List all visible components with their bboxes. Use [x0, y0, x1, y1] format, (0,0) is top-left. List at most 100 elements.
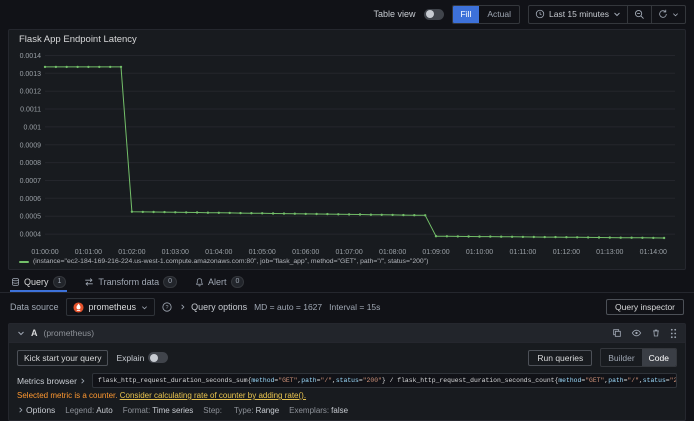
explain-label: Explain [116, 352, 145, 363]
svg-text:0.0007: 0.0007 [20, 178, 42, 185]
query-editor-row: A (prometheus) Kick start your query Exp… [8, 323, 686, 421]
tab-count-badge: 0 [163, 275, 178, 288]
delete-query-trash-icon[interactable] [651, 328, 661, 338]
svg-text:01:08:00: 01:08:00 [379, 249, 406, 256]
query-code-editor[interactable]: flask_http_request_duration_seconds_sum{… [91, 373, 677, 388]
explain-control: Explain [116, 352, 169, 363]
table-view-toggle[interactable] [423, 8, 444, 20]
svg-text:01:09:00: 01:09:00 [422, 249, 449, 256]
svg-text:01:06:00: 01:06:00 [292, 249, 319, 256]
query-datasource-name: (prometheus) [43, 328, 95, 338]
tab-label: Transform data [98, 276, 160, 287]
refresh-icon [658, 9, 668, 19]
query-options-row: Options Legend: Auto Format: Time series S… [9, 402, 685, 420]
tab-count-badge: 0 [230, 275, 245, 288]
svg-text:01:05:00: 01:05:00 [249, 249, 276, 256]
tab-label: Query [24, 276, 49, 287]
chevron-right-icon [79, 377, 86, 385]
svg-text:0.0004: 0.0004 [20, 232, 42, 239]
actual-button[interactable]: Actual [479, 6, 519, 23]
bell-icon [195, 277, 204, 287]
refresh-button[interactable] [651, 5, 685, 23]
table-view-label: Table view [373, 9, 416, 19]
option-format: Format: Time series [122, 405, 194, 415]
counter-warning-rate-link[interactable]: Consider calculating rate of counter by … [120, 391, 306, 400]
query-ref-id: A [31, 328, 38, 338]
metrics-browser-button[interactable]: Metrics browser [17, 376, 86, 386]
svg-text:01:03:00: 01:03:00 [162, 249, 189, 256]
svg-text:0.0012: 0.0012 [20, 89, 42, 96]
datasource-bar: Data source prometheus ? Query options M… [0, 293, 694, 320]
duplicate-query-icon[interactable] [612, 328, 622, 338]
latency-chart[interactable]: 0.0004 0.0005 0.0006 0.0007 0.0008 0.0009 0.00… [9, 46, 685, 258]
svg-text:01:14:00: 01:14:00 [640, 249, 667, 256]
query-row-header[interactable]: A (prometheus) [9, 324, 685, 343]
database-icon [11, 277, 20, 287]
svg-text:0.0005: 0.0005 [20, 214, 42, 221]
query-options-toggle[interactable]: Query options [179, 302, 247, 312]
tab-bar: Query 1 Transform data 0 Alert 0 [0, 273, 694, 293]
svg-text:01:12:00: 01:12:00 [553, 249, 580, 256]
clock-icon [535, 9, 545, 19]
toggle-visibility-eye-icon[interactable] [631, 328, 642, 338]
svg-text:01:02:00: 01:02:00 [118, 249, 145, 256]
query-toolbar: Kick start your query Explain Run querie… [9, 343, 685, 371]
interval-summary: Interval = 15s [329, 302, 381, 312]
option-exemplars: Exemplars: false [289, 405, 349, 415]
chevron-right-icon [179, 303, 186, 311]
time-range-picker[interactable]: Last 15 minutes [529, 6, 627, 23]
datasource-name: prometheus [88, 302, 137, 312]
kick-start-query-button[interactable]: Kick start your query [17, 349, 109, 366]
svg-text:01:11:00: 01:11:00 [510, 249, 537, 256]
svg-text:0.0008: 0.0008 [20, 160, 42, 167]
tab-query[interactable]: Query 1 [10, 273, 68, 292]
max-data-points-summary: MD = auto = 1627 [254, 302, 323, 312]
option-legend: Legend: Auto [65, 405, 113, 415]
datasource-help-icon[interactable]: ? [162, 302, 172, 312]
svg-text:01:04:00: 01:04:00 [205, 249, 232, 256]
drag-handle-icon[interactable] [670, 328, 677, 339]
option-type: Type: Range [233, 405, 280, 415]
explain-toggle[interactable] [148, 352, 169, 363]
svg-text:0.0013: 0.0013 [20, 71, 42, 78]
chevron-down-icon [141, 304, 148, 311]
svg-text:0.0006: 0.0006 [20, 196, 42, 203]
svg-text:0.001: 0.001 [23, 124, 41, 131]
fill-button[interactable]: Fill [452, 5, 480, 23]
zoom-out-button[interactable] [627, 5, 651, 23]
zoom-out-icon [634, 9, 645, 20]
fill-actual-group: Fill Actual [451, 4, 520, 24]
svg-text:?: ? [166, 305, 169, 311]
builder-toggle-button[interactable]: Builder [601, 349, 641, 366]
builder-code-group: Builder Code [600, 348, 677, 367]
legend-series-label[interactable]: (instance="ec2-184-169-216-224.us-west-1… [33, 258, 428, 265]
datasource-picker[interactable]: prometheus [65, 298, 156, 316]
panel-title: Flask App Endpoint Latency [19, 34, 137, 45]
query-inspector-button[interactable]: Query inspector [606, 299, 684, 315]
counter-warning: Selected metric is a counter. Consider c… [9, 391, 685, 402]
options-toggle[interactable]: Options [17, 405, 55, 415]
legend-series-swatch [19, 260, 29, 263]
run-queries-button[interactable]: Run queries [528, 349, 593, 366]
tab-alert[interactable]: Alert 0 [194, 273, 245, 292]
svg-text:0.0014: 0.0014 [20, 53, 42, 60]
code-toggle-button[interactable]: Code [641, 349, 676, 366]
query-row-actions [612, 328, 677, 339]
latency-panel: Flask App Endpoint Latency 0.0004 0.0005 0… [8, 29, 686, 270]
collapse-chevron-icon[interactable] [17, 329, 25, 337]
svg-text:0.0011: 0.0011 [20, 107, 41, 114]
datasource-label: Data source [10, 302, 59, 312]
tab-transform-data[interactable]: Transform data 0 [83, 273, 178, 292]
code-editor-row: Metrics browser flask_http_request_durat… [9, 371, 685, 391]
tab-count-badge: 1 [52, 275, 67, 288]
refresh-interval-caret-icon [672, 11, 679, 18]
transform-icon [84, 277, 94, 287]
option-step: Step: [203, 405, 222, 415]
query-options-label: Query options [191, 302, 248, 312]
options-label: Options [26, 405, 56, 415]
chevron-right-icon [17, 406, 24, 414]
tab-label: Alert [208, 276, 227, 287]
panel-editor-topbar: Table view Fill Actual Last 15 minutes [0, 0, 694, 26]
svg-text:01:13:00: 01:13:00 [596, 249, 623, 256]
metrics-browser-label: Metrics browser [17, 375, 77, 386]
